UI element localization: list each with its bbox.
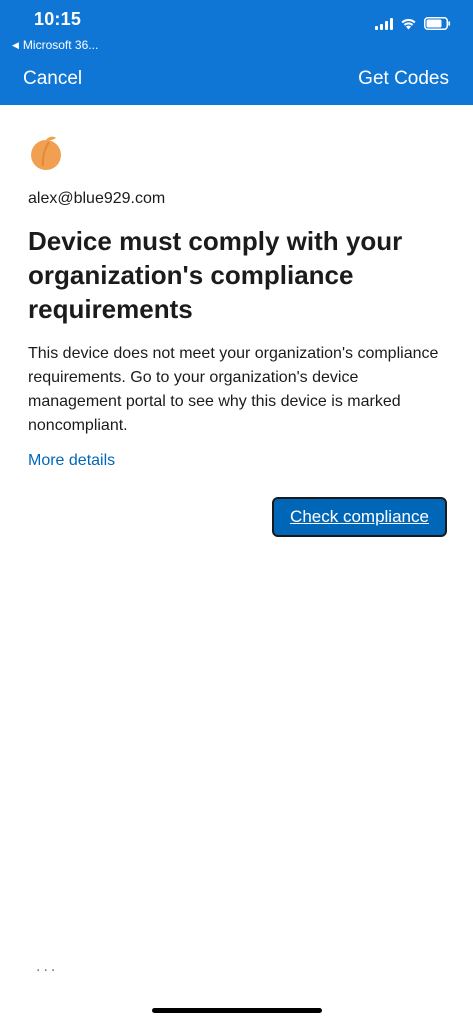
- account-email: alex@blue929.com: [28, 190, 166, 207]
- more-details-link[interactable]: More details: [28, 452, 115, 470]
- more-options-button[interactable]: ...: [36, 958, 58, 976]
- get-codes-button[interactable]: Get Codes: [358, 68, 449, 90]
- status-time: 10:15: [34, 9, 82, 29]
- back-to-app-link[interactable]: ◀ Microsoft 36...: [12, 38, 98, 52]
- check-compliance-button[interactable]: Check compliance: [272, 497, 447, 537]
- battery-icon: [424, 17, 451, 30]
- main-content: alex@blue929.com Device must comply with…: [28, 134, 448, 470]
- description-text: This device does not meet your organizat…: [28, 345, 439, 434]
- wifi-icon: [400, 17, 417, 30]
- back-triangle-icon: ◀: [12, 39, 19, 50]
- page-title: Device must comply with your organizatio…: [28, 226, 403, 324]
- home-indicator: [152, 1008, 322, 1013]
- cellular-signal-icon: [375, 17, 393, 30]
- back-app-label: Microsoft 36...: [22, 38, 99, 52]
- cancel-button[interactable]: Cancel: [23, 68, 82, 90]
- app-header: 10:15 ◀ Microsoft 36... Cancel Get Codes: [0, 0, 473, 105]
- status-icons: [375, 17, 451, 30]
- peach-logo-icon: [28, 134, 66, 172]
